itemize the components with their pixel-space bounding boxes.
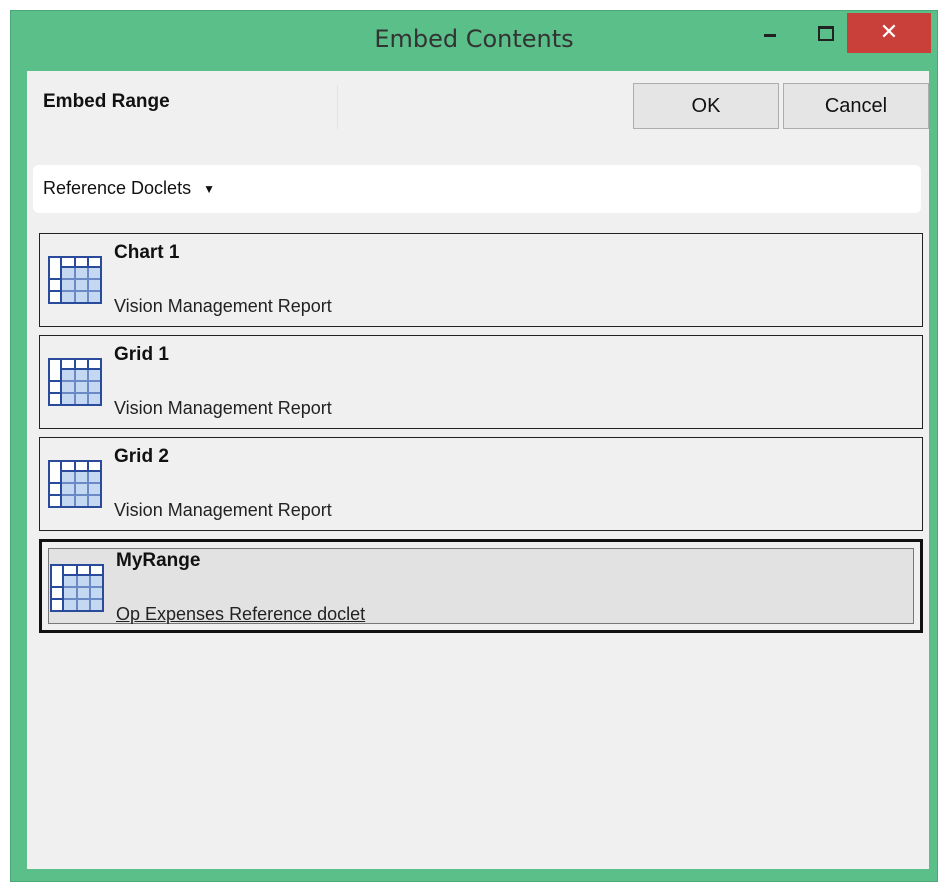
- list-item-subtitle: Op Expenses Reference doclet: [116, 604, 366, 624]
- minimize-icon: [764, 34, 776, 37]
- minimize-button[interactable]: [747, 13, 793, 53]
- maximize-icon: [818, 26, 834, 41]
- list-item[interactable]: MyRange Op Expenses Reference doclet: [39, 539, 923, 633]
- page-title: Embed Range: [43, 91, 170, 112]
- grid-icon: [48, 256, 102, 304]
- title-bar: Embed Contents ✕: [11, 11, 937, 71]
- grid-icon: [48, 460, 102, 508]
- list-item-title: Grid 2: [114, 446, 169, 467]
- list-item-subtitle: Vision Management Report: [114, 398, 332, 418]
- ok-button[interactable]: OK: [633, 83, 779, 129]
- chevron-down-icon: ▼: [203, 182, 215, 197]
- list-item[interactable]: Grid 2 Vision Management Report: [39, 437, 923, 531]
- list-item[interactable]: Grid 1 Vision Management Report: [39, 335, 923, 429]
- list-item[interactable]: Chart 1 Vision Management Report: [39, 233, 923, 327]
- cancel-button[interactable]: Cancel: [783, 83, 929, 129]
- maximize-button[interactable]: [801, 13, 847, 53]
- list-item-subtitle: Vision Management Report: [114, 500, 332, 520]
- doclet-filter-bar: Reference Doclets ▼: [33, 165, 921, 213]
- close-button[interactable]: ✕: [847, 13, 931, 53]
- dialog-body: Embed Range OK Cancel Reference Doclets ▼…: [27, 71, 929, 869]
- header-divider: [337, 85, 338, 129]
- grid-icon: [48, 358, 102, 406]
- list-item-title: MyRange: [116, 550, 201, 571]
- list-item-title: Chart 1: [114, 242, 180, 263]
- grid-icon: [50, 564, 104, 612]
- window-title: Embed Contents: [374, 25, 574, 53]
- close-icon: ✕: [879, 20, 899, 45]
- list-item-subtitle: Vision Management Report: [114, 296, 332, 316]
- reference-doclets-label: Reference Doclets: [43, 178, 192, 198]
- reference-doclets-dropdown[interactable]: Reference Doclets ▼: [43, 178, 215, 199]
- dialog-window: Embed Contents ✕ Embed Range OK Cancel R…: [10, 10, 938, 882]
- list-item-title: Grid 1: [114, 344, 169, 365]
